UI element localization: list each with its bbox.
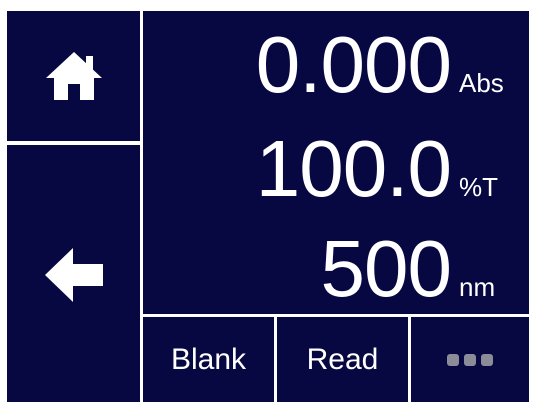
home-icon-wrap (7, 11, 140, 141)
more-button[interactable] (411, 317, 529, 402)
home-button[interactable] (7, 11, 140, 141)
absorbance-value: 0.000 (255, 20, 452, 109)
read-button-label: Read (306, 342, 379, 376)
read-button[interactable]: Read (277, 317, 408, 402)
transmittance-value: 100.0 (255, 124, 452, 213)
blank-button[interactable]: Blank (143, 317, 274, 402)
back-button[interactable] (7, 145, 140, 402)
dot-3 (481, 353, 493, 366)
blank-button-label: Blank (170, 342, 247, 376)
dot-2 (464, 353, 476, 366)
absorbance-reading: 0.000 Abs (143, 25, 529, 105)
wavelength-reading: 500 nm (143, 229, 529, 309)
transmittance-reading: 100.0 %T (143, 129, 529, 209)
instrument-screen: 0.000 Abs 100.0 %T 500 nm Blank Read (7, 11, 529, 402)
arrow-left-icon (44, 248, 103, 302)
wavelength-unit: nm (459, 272, 496, 302)
readout-panel: 0.000 Abs 100.0 %T 500 nm (143, 11, 529, 314)
back-icon-wrap (7, 205, 140, 345)
wavelength-value: 500 (320, 224, 452, 313)
absorbance-unit: Abs (459, 68, 504, 98)
more-dots-icon (411, 317, 529, 402)
home-icon (45, 52, 102, 100)
dot-1 (447, 353, 459, 366)
transmittance-unit: %T (459, 172, 498, 202)
